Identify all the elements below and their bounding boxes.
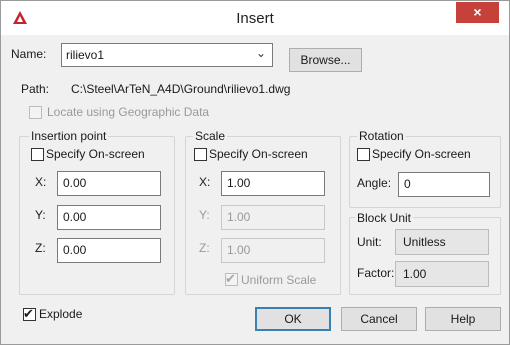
insertion-z-input[interactable]: 0.00 [57,238,161,263]
window-title: Insert [236,10,274,27]
browse-button[interactable]: Browse... [289,48,362,72]
scale-specify-label: Specify On-screen [209,147,308,161]
scale-z-label: Z: [199,241,210,255]
factor-value: 1.00 [395,261,489,287]
block-name-combobox[interactable]: rilievo1 ⌄ [61,43,273,67]
uniform-scale-label: Uniform Scale [241,273,317,287]
scale-y-input[interactable]: 1.00 [221,205,325,230]
insertion-point-title: Insertion point [29,129,109,143]
insertion-specify-label: Specify On-screen [46,147,145,161]
angle-label: Angle: [357,176,392,190]
cancel-button[interactable]: Cancel [341,307,417,331]
geo-checkbox[interactable] [29,106,42,119]
block-name-value: rilievo1 [66,48,105,62]
uniform-scale-checkbox[interactable]: ✔ [225,271,238,286]
scale-y-label: Y: [199,208,210,222]
insertion-y-label: Y: [35,208,46,222]
name-label: Name: [11,47,47,61]
insertion-y-input[interactable]: 0.00 [57,205,161,230]
path-label: Path: [21,82,50,96]
insertion-specify-checkbox[interactable] [31,148,44,161]
rotation-specify-checkbox[interactable] [357,148,370,161]
insertion-z-label: Z: [35,241,46,255]
check-icon: ✔ [23,306,34,321]
path-value: C:\Steel\ArTeN_A4D\Ground\rilievo1.dwg [71,82,291,96]
unit-value: Unitless [395,229,489,255]
explode-checkbox[interactable]: ✔ [23,306,36,321]
help-button[interactable]: Help [425,307,501,331]
angle-input[interactable]: 0 [398,172,490,197]
explode-label: Explode [39,307,83,321]
close-button[interactable]: × [456,2,499,23]
scale-x-input[interactable]: 1.00 [221,171,325,196]
chevron-down-icon[interactable]: ⌄ [256,46,266,60]
ok-button[interactable]: OK [255,307,331,331]
factor-label: Factor: [357,266,395,280]
insert-dialog: Insert × Name: rilievo1 ⌄ Browse... Path… [0,0,510,345]
geo-label: Locate using Geographic Data [47,105,210,119]
rotation-title: Rotation [357,129,406,143]
unit-label: Unit: [357,235,382,249]
scale-title: Scale [193,129,228,143]
insertion-x-label: X: [35,175,47,189]
scale-specify-checkbox[interactable] [194,148,207,161]
block-unit-title: Block Unit [355,211,414,225]
rotation-specify-label: Specify On-screen [372,147,471,161]
scale-z-input[interactable]: 1.00 [221,238,325,263]
check-icon: ✔ [225,271,236,286]
scale-x-label: X: [199,175,211,189]
title-bar[interactable]: Insert × [1,1,509,35]
insertion-x-input[interactable]: 0.00 [57,171,161,196]
